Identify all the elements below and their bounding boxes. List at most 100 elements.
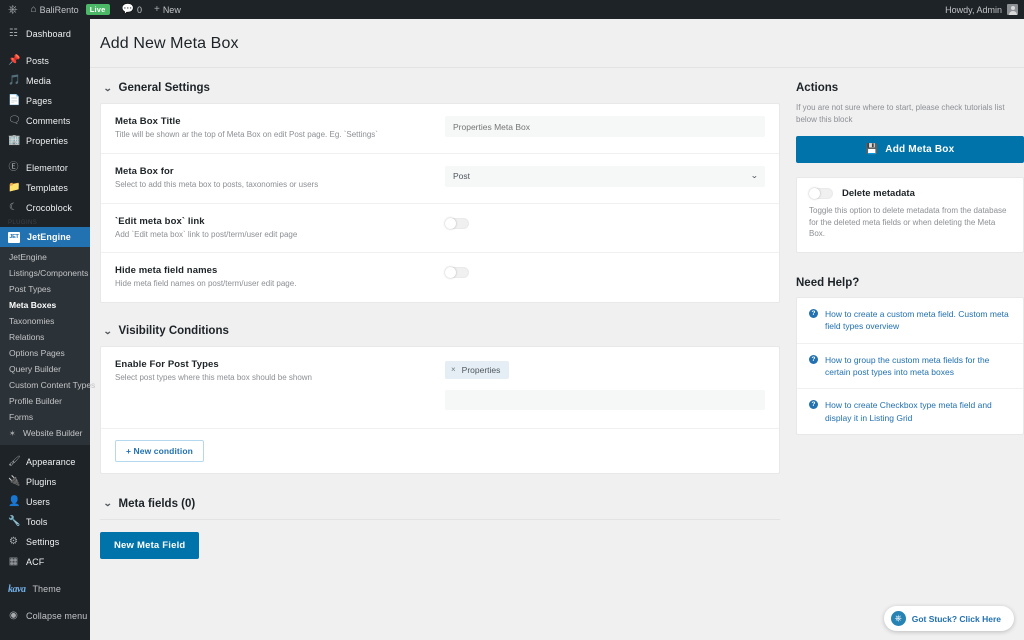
sidebar-subitem-website-builder[interactable]: ✶ Website Builder <box>0 425 90 441</box>
admin-bar-right: Howdy, Admin <box>939 0 1024 19</box>
help-link-label: How to create Checkbox type meta field a… <box>825 400 992 423</box>
sidebar-item-tools[interactable]: 🔧 Tools <box>0 512 90 532</box>
sidebar-subitem-label: Listings/Components <box>9 268 89 278</box>
meta-box-for-select[interactable]: Post ⌄ <box>445 165 765 187</box>
sidebar-item-pages[interactable]: 📄 Pages <box>0 91 90 111</box>
comment-icon: 💬 <box>121 3 134 15</box>
close-icon[interactable]: × <box>451 365 456 374</box>
sidebar-item-label: Comments <box>26 116 71 126</box>
media-icon: 🎵 <box>8 75 21 86</box>
admin-sidebar: ☷ Dashboard 📌 Posts 🎵 Media 📄 Pages 🗨 Co… <box>0 19 95 640</box>
visibility-conditions-header[interactable]: ⌄ Visibility Conditions <box>100 325 780 337</box>
general-settings-header[interactable]: ⌄ General Settings <box>100 82 780 94</box>
post-types-search-input[interactable] <box>445 389 765 410</box>
sidebar-item-theme[interactable]: kava Theme <box>0 579 90 599</box>
meta-fields-section: ⌄ Meta fields (0) New Meta Field <box>100 498 780 559</box>
add-meta-box-button[interactable]: 💾 Add Meta Box <box>796 136 1024 164</box>
sidebar-item-elementor[interactable]: Ⓔ Elementor <box>0 158 90 178</box>
sidebar-item-properties[interactable]: 🏢 Properties <box>0 131 90 151</box>
sidebar-item-label: Media <box>26 76 52 86</box>
sidebar-subitem-listings-components[interactable]: Listings/Components <box>0 265 90 281</box>
sidebar-item-crocoblock[interactable]: ☾ Crocoblock <box>0 198 90 218</box>
help-link-checkbox-meta-field[interactable]: ? How to create Checkbox type meta field… <box>797 389 1023 434</box>
sidebar-item-label: JetEngine <box>27 232 71 242</box>
sidebar-subitem-label: Website Builder <box>23 428 83 438</box>
row-control: Post ⌄ <box>445 165 765 187</box>
brush-icon: 🖌 <box>8 456 21 467</box>
help-link-label: How to group the custom meta fields for … <box>825 354 990 377</box>
sidebar-item-posts[interactable]: 📌 Posts <box>0 51 90 71</box>
help-link-custom-meta-field[interactable]: ? How to create a custom meta field. Cus… <box>797 298 1023 344</box>
comments-link[interactable]: 💬 0 <box>116 0 148 19</box>
row-title: Enable For Post Types <box>115 359 219 371</box>
kava-logo-icon: kava <box>8 583 26 595</box>
sidebar-subitem-jetengine[interactable]: JetEngine <box>0 249 90 265</box>
wrench-icon: 🔧 <box>8 516 21 527</box>
sidebar-item-label: Plugins <box>26 477 57 487</box>
sidebar-item-media[interactable]: 🎵 Media <box>0 71 90 91</box>
sidebar-subitem-custom-content-types[interactable]: Custom Content Types <box>0 377 95 393</box>
visibility-conditions-card: Enable For Post Types Select post types … <box>100 346 780 474</box>
sidebar-subitem-options-pages[interactable]: Options Pages <box>0 345 90 361</box>
meta-fields-header[interactable]: ⌄ Meta fields (0) <box>100 498 780 520</box>
delete-metadata-description: Toggle this option to delete metadata fr… <box>809 206 1007 239</box>
sidebar-item-jetengine[interactable]: JET JetEngine <box>0 227 90 247</box>
save-icon: 💾 <box>865 143 879 155</box>
sidebar-subitem-label: Profile Builder <box>9 396 62 406</box>
post-type-chip-properties[interactable]: × Properties <box>445 360 510 379</box>
sidebar-subitem-label: Query Builder <box>9 364 61 374</box>
actions-column: Actions If you are not sure where to sta… <box>796 82 1024 559</box>
meta-box-title-input[interactable] <box>445 116 765 137</box>
sidebar-item-settings[interactable]: ⚙ Settings <box>0 532 90 552</box>
help-link-group-meta-fields[interactable]: ? How to group the custom meta fields fo… <box>797 344 1023 390</box>
page-title: Add New Meta Box <box>100 35 239 52</box>
sidebar-submenu-jetengine: JetEngine Listings/Components Post Types… <box>0 247 95 445</box>
sidebar-subitem-post-types[interactable]: Post Types <box>0 281 90 297</box>
sidebar-item-dashboard[interactable]: ☷ Dashboard <box>0 24 90 44</box>
row-title: Meta Box for <box>115 165 174 177</box>
sidebar-item-templates[interactable]: 📁 Templates <box>0 178 90 198</box>
sidebar-subitem-relations[interactable]: Relations <box>0 329 90 345</box>
sidebar-item-appearance[interactable]: 🖌 Appearance <box>0 452 90 472</box>
sidebar-subitem-query-builder[interactable]: Query Builder <box>0 361 90 377</box>
sidebar-collapse-menu[interactable]: ◉ Collapse menu <box>0 606 90 626</box>
row-title: Hide meta field names <box>115 265 218 277</box>
new-meta-field-button[interactable]: New Meta Field <box>100 531 200 559</box>
dashboard-icon: ☷ <box>9 28 18 39</box>
toggle-knob <box>445 267 456 279</box>
row-enable-for-post-types: Enable For Post Types Select post types … <box>101 347 779 429</box>
row-control <box>445 265 765 283</box>
sidebar-item-comments[interactable]: 🗨 Comments <box>0 111 90 131</box>
chevron-down-icon: ⌄ <box>103 82 113 93</box>
sidebar-subitem-label: Forms <box>9 412 34 422</box>
sidebar-subitem-profile-builder[interactable]: Profile Builder <box>0 393 90 409</box>
avatar <box>1007 4 1018 15</box>
delete-metadata-toggle[interactable] <box>809 188 833 200</box>
new-content-link[interactable]: + New <box>148 0 187 19</box>
wordpress-logo-icon[interactable]: ⎈ <box>0 2 25 17</box>
add-meta-box-label: Add Meta Box <box>885 144 955 156</box>
comments-count: 0 <box>136 4 142 15</box>
new-condition-button[interactable]: + New condition <box>115 439 204 462</box>
jetengine-badge-icon: JET <box>8 231 20 243</box>
collapse-icon: ◉ <box>9 610 18 621</box>
row-description: Hide meta field names on post/term/user … <box>115 279 297 289</box>
howdy-menu[interactable]: Howdy, Admin <box>939 4 1024 15</box>
plug-icon: 🔌 <box>8 476 21 487</box>
sidebar-subitem-taxonomies[interactable]: Taxonomies <box>0 313 90 329</box>
sidebar-item-plugins[interactable]: 🔌 Plugins <box>0 472 90 492</box>
edit-meta-box-link-toggle[interactable] <box>445 217 469 229</box>
hide-meta-field-names-toggle[interactable] <box>445 267 469 279</box>
sidebar-item-label: Pages <box>26 96 53 106</box>
site-name-link[interactable]: ⌂ BaliRento Live <box>25 0 116 19</box>
chevron-down-icon: ⌄ <box>750 171 759 181</box>
sidebar-subitem-forms[interactable]: Forms <box>0 409 90 425</box>
sidebar-subitem-meta-boxes[interactable]: Meta Boxes <box>0 297 90 313</box>
crocoblock-icon: ☾ <box>9 202 18 213</box>
row-label: Enable For Post Types Select post types … <box>115 359 445 384</box>
sidebar-item-users[interactable]: 👤 Users <box>0 492 90 512</box>
got-stuck-button[interactable]: ⎈ Got Stuck? Click Here <box>883 606 1014 631</box>
sidebar-item-label: Dashboard <box>26 29 71 39</box>
sidebar-item-acf[interactable]: ▦ ACF <box>0 552 90 572</box>
building-icon: 🏢 <box>8 135 21 146</box>
